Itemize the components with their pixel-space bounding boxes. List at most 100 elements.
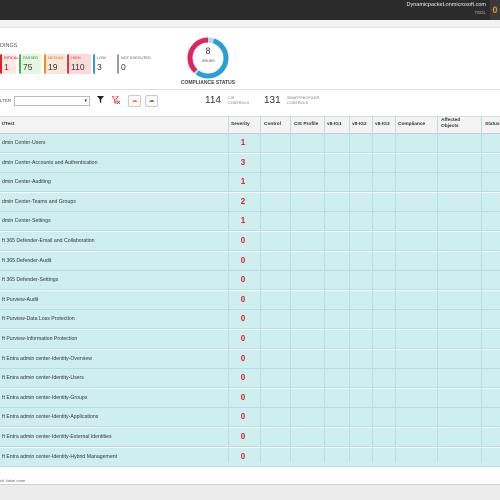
table-row[interactable]: dmin Center-Accounts and Authentication 3 xyxy=(0,153,500,173)
not-executed-card[interactable]: NOT EXECUTED 0 xyxy=(117,54,157,74)
table-row[interactable]: ft Purview-Data Loss Protection 0 xyxy=(0,310,500,330)
download-button[interactable]: ☁ xyxy=(145,95,158,107)
not-executed-label: NOT EXECUTED xyxy=(121,56,151,60)
col-test[interactable]: t/Test xyxy=(2,122,14,128)
table-row[interactable]: dmin Center-Users 1 xyxy=(0,134,500,153)
table-row[interactable]: ft Entra admin center-Identity-Groups 0 xyxy=(0,388,500,408)
row-severity: 1 xyxy=(240,216,246,226)
col-v8-ig3[interactable]: v8-IG3 xyxy=(375,122,390,128)
row-severity: 0 xyxy=(240,353,246,363)
smartprofiler-count: 131 xyxy=(264,95,281,106)
table-row[interactable]: ft Purview-Audit 0 xyxy=(0,290,500,310)
issues-count: 8 xyxy=(205,46,211,56)
row-severity: 0 xyxy=(240,236,246,245)
row-title: ft Purview-Audit xyxy=(2,296,39,303)
col-cis-profile[interactable]: CIS Profile xyxy=(294,122,318,128)
low-count: 3 xyxy=(97,62,102,72)
row-severity: 0 xyxy=(240,334,246,343)
row-title: dmin Center-Teams and Groups xyxy=(2,198,76,205)
passed-count: 75 xyxy=(23,62,33,72)
medium-count: 19 xyxy=(48,62,58,72)
table-row[interactable]: ft Entra admin center-Identity-Hybrid Ma… xyxy=(0,447,500,467)
row-severity: 1 xyxy=(240,177,246,187)
row-title: ft Entra admin center-Identity-Overview xyxy=(2,355,92,362)
filter-select[interactable]: ▾ xyxy=(14,96,90,106)
col-v8-ig1[interactable]: v8-IG1 xyxy=(327,122,342,128)
critical-card[interactable]: RITICAL 1 xyxy=(0,54,19,74)
export-icon: ☁ xyxy=(131,98,138,104)
table-row[interactable]: ft Purview-Information Protection 0 xyxy=(0,330,500,349)
row-severity: 0 xyxy=(240,294,246,304)
chevron-down-icon: ▾ xyxy=(84,98,87,104)
high-card[interactable]: HIGH 110 xyxy=(67,54,91,74)
cis-label-2: CONTROLS xyxy=(228,101,250,105)
col-divider xyxy=(228,116,229,462)
row-title: ft Entra admin center-Identity-Groups xyxy=(2,394,88,401)
high-label: HIGH xyxy=(71,56,81,60)
row-title: dmin Center-Settings xyxy=(2,218,51,225)
row-title: ft Entra admin center-Identity-Hybrid Ma… xyxy=(2,453,118,460)
smartprofiler-label-2: CONTROLS xyxy=(287,101,309,105)
table-row[interactable]: dmin Center-Teams and Groups 2 xyxy=(0,192,500,212)
col-divider xyxy=(481,116,482,462)
export-button[interactable]: ☁ xyxy=(128,95,141,107)
row-severity: 0 xyxy=(240,314,246,324)
col-affected-objects[interactable]: Affected Objects xyxy=(441,118,469,130)
medium-label: MEDIUM xyxy=(48,56,64,60)
filter-icon[interactable] xyxy=(95,96,106,106)
row-severity: 0 xyxy=(240,432,246,441)
table-row[interactable]: ft Entra admin center-Identity-Applicati… xyxy=(0,408,500,428)
col-compliance[interactable]: Compliance xyxy=(398,122,425,128)
passed-label: PASSED xyxy=(23,56,39,60)
row-severity: 0 xyxy=(240,255,246,265)
row-title: ft Entra admin center-Identity-Users xyxy=(2,375,84,382)
table-row[interactable]: ft 365 Defender-Audit 0 xyxy=(0,251,500,271)
row-title: ft Entra admin center-Identity-Applicati… xyxy=(2,414,99,421)
row-title: ft Purview-Information Protection xyxy=(2,336,78,342)
not-executed-count: 0 xyxy=(121,62,126,72)
col-divider xyxy=(290,116,291,462)
medium-card[interactable]: MEDIUM 19 xyxy=(44,54,66,74)
col-divider xyxy=(260,116,261,462)
col-control[interactable]: Control xyxy=(264,122,281,128)
row-title: ft Entra admin center-Identity-External … xyxy=(2,434,112,440)
row-severity: 3 xyxy=(240,157,246,167)
table-row[interactable]: dmin Center-Auditing 1 xyxy=(0,173,500,193)
issues-label: Issues xyxy=(201,58,215,63)
row-title: ft 365 Defender-Settings xyxy=(2,277,59,284)
compliance-status-label: COMPLIANCE STATUS xyxy=(180,80,236,86)
low-card[interactable]: LOW 3 xyxy=(93,54,113,74)
critical-label: RITICAL xyxy=(4,56,19,60)
row-severity: 0 xyxy=(240,373,246,383)
row-severity: 0 xyxy=(240,275,246,285)
table-row[interactable]: ft Entra admin center-Identity-Users 0 xyxy=(0,369,500,389)
footer-text: ult Value none xyxy=(0,478,26,483)
row-severity: 0 xyxy=(240,451,246,461)
low-label: LOW xyxy=(97,56,106,60)
col-divider xyxy=(437,116,438,462)
col-status[interactable]: Status xyxy=(485,122,500,128)
notification-badge[interactable]: 0 xyxy=(490,0,500,20)
col-divider xyxy=(395,116,396,462)
table-row[interactable]: ft 365 Defender-Settings 0 xyxy=(0,271,500,291)
table-row[interactable]: ft Entra admin center-Identity-Overview 0 xyxy=(0,349,500,369)
col-severity[interactable]: Severity xyxy=(231,122,250,128)
cis-controls-count: 114 xyxy=(205,95,221,106)
row-severity: 0 xyxy=(240,392,246,402)
table-row[interactable]: ft 365 Defender-Email and Collaboration 0 xyxy=(0,232,500,251)
download-icon: ☁ xyxy=(148,98,155,104)
col-v8-ig2[interactable]: v8-IG2 xyxy=(352,122,367,128)
subheader-band xyxy=(0,20,500,28)
col-divider xyxy=(324,116,325,462)
table-row[interactable]: dmin Center-Settings 1 xyxy=(0,212,500,232)
high-count: 110 xyxy=(71,62,85,72)
row-title: dmin Center-Users xyxy=(2,140,46,146)
row-title: ft Purview-Data Loss Protection xyxy=(2,316,75,323)
table-row[interactable]: ft Entra admin center-Identity-External … xyxy=(0,428,500,447)
clear-filter-icon[interactable] xyxy=(110,95,121,106)
passed-card[interactable]: PASSED 75 xyxy=(19,54,41,74)
findings-label: DINGS xyxy=(0,43,18,49)
tenant-sub: TEDL xyxy=(474,10,486,15)
row-severity: 2 xyxy=(240,196,246,206)
footer-bar xyxy=(0,484,500,500)
